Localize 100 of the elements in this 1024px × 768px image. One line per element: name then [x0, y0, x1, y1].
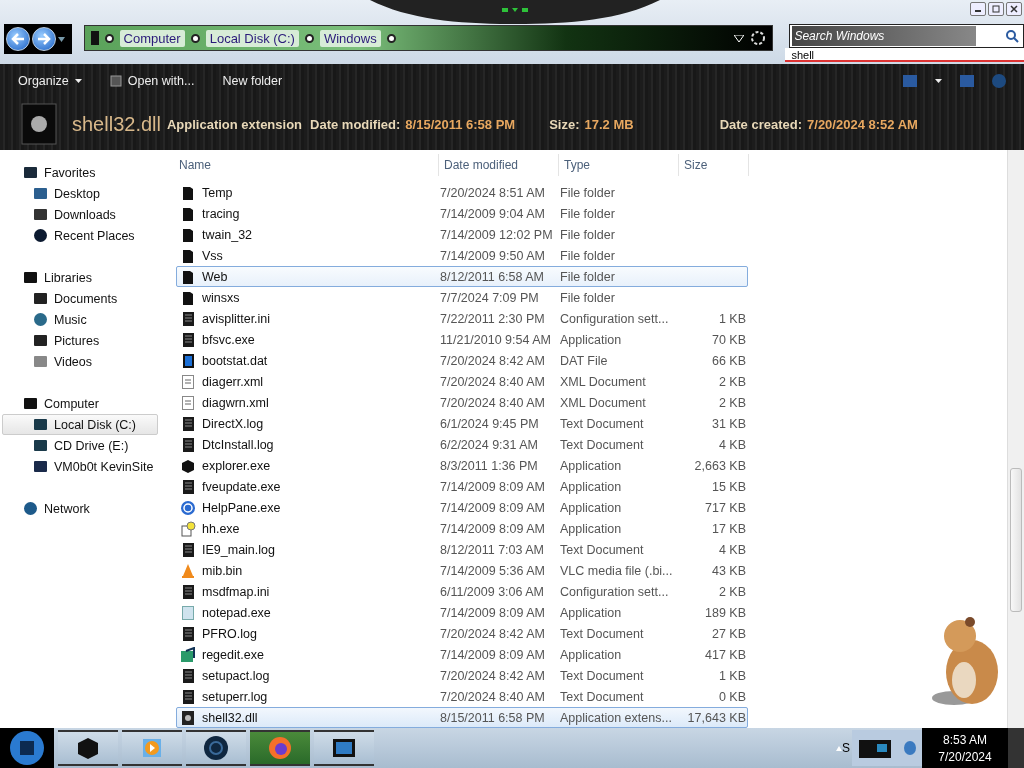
close-icon [1010, 5, 1018, 13]
breadcrumb-separator-icon[interactable] [104, 33, 114, 43]
column-header[interactable]: Name [174, 154, 439, 176]
breadcrumb-separator-icon[interactable] [304, 33, 314, 43]
toolbar-button[interactable]: Open with... [109, 74, 195, 88]
maximize-button[interactable] [988, 2, 1004, 16]
file-row[interactable]: IE9_main.log 8/12/2011 7:03 AM Text Document 4 KB [176, 539, 748, 560]
taskbar-button[interactable] [314, 730, 374, 766]
close-button[interactable] [1006, 2, 1022, 16]
file-name: bootstat.dat [202, 353, 268, 368]
file-row[interactable]: HelpPane.exe 7/14/2009 8:09 AM Application 717 KB [176, 497, 748, 518]
file-row[interactable]: DirectX.log 6/1/2024 9:45 PM Text Document 31 KB [176, 413, 748, 434]
taskbar-button[interactable] [186, 730, 246, 766]
minimize-button[interactable] [970, 2, 986, 16]
nav-item[interactable]: Desktop [2, 183, 158, 204]
nav-item[interactable]: Local Disk (C:) [2, 414, 158, 435]
file-row[interactable]: mib.bin 7/14/2009 5:36 AM VLC media file (.bi... 43 KB [176, 560, 748, 581]
nav-item[interactable]: Recent Places [2, 225, 158, 246]
file-row[interactable]: Vss 7/14/2009 9:50 AM File folder [176, 245, 748, 266]
nav-group[interactable]: Libraries [2, 267, 158, 288]
detail-value: 17.2 MB [584, 116, 634, 132]
table-cell-text: Text Document [559, 668, 645, 683]
table-cell-text: 7/14/2009 8:09 AM [439, 647, 546, 662]
nav-item[interactable]: VM0b0t KevinSite [2, 456, 158, 477]
detail-label: Date created: [719, 116, 803, 132]
file-row[interactable]: shell32.dll 8/15/2011 6:58 PM Application extens... 17,643 KB [176, 707, 748, 728]
forward-arrow-icon [37, 33, 51, 45]
scroll-thumb[interactable] [1010, 468, 1022, 612]
toolbar-button[interactable]: New folder [222, 74, 283, 88]
file-row[interactable]: regedit.exe 7/14/2009 8:09 AM Application 417 KB [176, 644, 748, 665]
file-icon [180, 541, 196, 558]
nav-item[interactable]: Videos [2, 351, 158, 372]
file-row[interactable]: msdfmap.ini 6/11/2009 3:06 AM Configuration sett... 2 KB [176, 581, 748, 602]
file-row[interactable]: bfsvc.exe 11/21/2010 9:54 AM Application 70 KB [176, 329, 748, 350]
table-cell-text: 4 KB [717, 542, 746, 557]
file-row[interactable]: setuperr.log 7/20/2024 8:40 AM Text Document 0 KB [176, 686, 748, 707]
taskbar-button[interactable] [58, 730, 118, 766]
table-cell-text: File folder [559, 227, 616, 242]
breadcrumb[interactable]: Local Disk (C:) [205, 29, 299, 47]
file-row[interactable]: winsxs 7/7/2024 7:09 PM File folder [176, 287, 748, 308]
file-row[interactable]: hh.exe 7/14/2009 8:09 AM Application 17 KB [176, 518, 748, 539]
nav-item[interactable]: Music [2, 309, 158, 330]
table-cell-text: XML Document [559, 395, 647, 410]
breadcrumb[interactable]: Windows [319, 29, 381, 47]
file-name: diagwrn.xml [202, 395, 269, 410]
nav-group[interactable]: Favorites [2, 162, 158, 183]
table-cell-text: VLC media file (.bi... [559, 563, 674, 578]
table-cell-text: 7/20/2024 8:42 AM [439, 353, 546, 368]
file-row[interactable]: bootstat.dat 7/20/2024 8:42 AM DAT File 66 KB [176, 350, 748, 371]
table-cell-text: 1 KB [717, 311, 746, 326]
nav-item[interactable]: Downloads [2, 204, 158, 225]
column-header[interactable]: Size [679, 154, 749, 176]
file-row[interactable]: twain_32 7/14/2009 12:02 PM File folder [176, 224, 748, 245]
file-row[interactable]: avisplitter.ini 7/22/2011 2:30 PM Configuration sett... 1 KB [176, 308, 748, 329]
file-row[interactable]: diagerr.xml 7/20/2024 8:40 AM XML Document 2 KB [176, 371, 748, 392]
column-header[interactable]: Date modified [439, 154, 559, 176]
address-bar[interactable]: Computer Local Disk (C:) Windows [83, 25, 774, 51]
clock[interactable]: 8:53 AM 7/20/2024 [922, 728, 1008, 768]
caret-icon[interactable] [935, 79, 942, 83]
breadcrumb[interactable]: Computer [119, 29, 185, 47]
nav-item[interactable]: Pictures [2, 330, 158, 351]
file-row[interactable]: tracing 7/14/2009 9:04 AM File folder [176, 203, 748, 224]
file-row[interactable]: setupact.log 7/20/2024 8:42 AM Text Document 1 KB [176, 665, 748, 686]
table-cell-text: 31 KB [710, 416, 746, 431]
nav-group[interactable]: Network [2, 498, 158, 519]
file-icon [180, 457, 196, 474]
caret-icon[interactable] [734, 34, 745, 42]
file-row[interactable]: explorer.exe 8/3/2011 1:36 PM Application 2,663 KB [176, 455, 748, 476]
nav-item[interactable]: Documents [2, 288, 158, 309]
caret-icon[interactable] [58, 36, 65, 42]
file-name: mib.bin [202, 563, 243, 578]
table-cell-text: 2 KB [717, 584, 746, 599]
file-row[interactable]: notepad.exe 7/14/2009 8:09 AM Application 189 KB [176, 602, 748, 623]
taskbar-button[interactable] [122, 730, 182, 766]
scrollbar[interactable] [1007, 150, 1024, 728]
file-row[interactable]: fveupdate.exe 7/14/2009 8:09 AM Application 15 KB [176, 476, 748, 497]
table-cell-text: Text Document [559, 437, 645, 452]
table-cell-text: 7/14/2009 5:36 AM [439, 563, 546, 578]
breadcrumb-separator-icon[interactable] [190, 33, 200, 43]
file-name: setuperr.log [202, 689, 268, 704]
nav-item[interactable]: CD Drive (E:) [2, 435, 158, 456]
window-icon [109, 75, 122, 87]
search-field[interactable]: Search Windows [789, 24, 1024, 48]
start-button[interactable] [0, 728, 54, 768]
toolbar-button[interactable]: Organize [18, 74, 82, 88]
file-row[interactable]: DtcInstall.log 6/2/2024 9:31 AM Text Document 4 KB [176, 434, 748, 455]
nav-group[interactable]: Computer [2, 393, 158, 414]
forward-button[interactable] [32, 27, 56, 51]
file-row[interactable]: diagwrn.xml 7/20/2024 8:40 AM XML Document 2 KB [176, 392, 748, 413]
search-suggestion[interactable]: shell [785, 48, 1024, 62]
refresh-icon[interactable] [750, 30, 767, 46]
breadcrumb-separator-icon[interactable] [386, 33, 396, 43]
back-button[interactable] [6, 27, 30, 51]
table-cell-text: 27 KB [710, 626, 746, 641]
table-cell-text: 7/14/2009 8:09 AM [439, 500, 546, 515]
file-row[interactable]: Temp 7/20/2024 8:51 AM File folder [176, 182, 748, 203]
table-cell-text: 7/14/2009 12:02 PM [439, 227, 554, 242]
file-row[interactable]: PFRO.log 7/20/2024 8:42 AM Text Document 27 KB [176, 623, 748, 644]
column-header[interactable]: Type [559, 154, 679, 176]
file-row[interactable]: Web 8/12/2011 6:58 AM File folder [176, 266, 748, 287]
